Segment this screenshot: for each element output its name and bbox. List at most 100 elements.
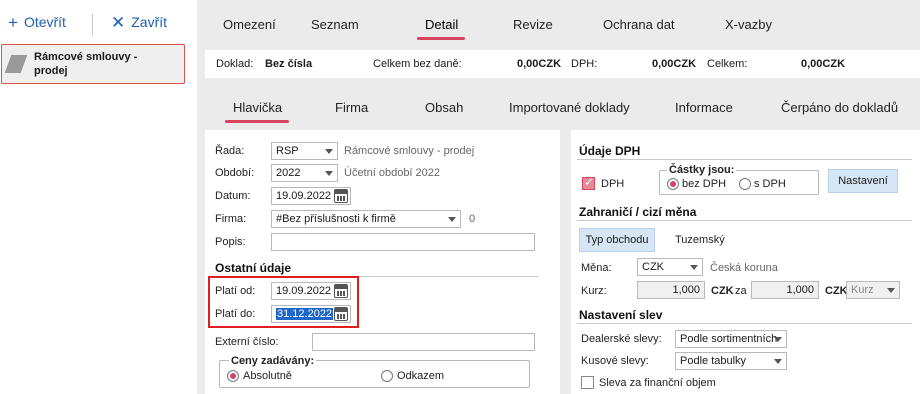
kurz-value-1: 1,000 bbox=[672, 284, 700, 296]
kurz-input-1[interactable]: 1,000 bbox=[637, 281, 705, 299]
bez-dane-value: 0,00CZK bbox=[517, 58, 562, 70]
kusove-select[interactable]: Podle tabulky bbox=[675, 352, 787, 370]
tab-seznam-label: Seznam bbox=[311, 17, 359, 32]
absolutne-radio[interactable] bbox=[227, 370, 239, 382]
obdobi-label: Období: bbox=[215, 167, 255, 179]
doc-list-item-label: Rámcové smlouvy - prodej bbox=[34, 51, 138, 77]
calendar-icon[interactable] bbox=[334, 189, 348, 203]
chevron-down-icon bbox=[774, 337, 782, 342]
absolutne-label: Absolutně bbox=[243, 370, 292, 382]
kurz-currency-1: CZK bbox=[711, 285, 734, 297]
kusove-value: Podle tabulky bbox=[680, 355, 747, 367]
chevron-down-icon bbox=[887, 288, 895, 293]
financni-label: Sleva za finanční objem bbox=[599, 377, 716, 389]
slevy-title: Nastavení slev bbox=[579, 308, 663, 322]
firma-count: 0 bbox=[469, 213, 476, 225]
dph-divider bbox=[577, 159, 912, 160]
bez-dph-radio[interactable] bbox=[667, 178, 679, 190]
typ-obchodu-button[interactable]: Typ obchodu bbox=[579, 228, 655, 252]
kurz-za: za bbox=[735, 285, 747, 297]
firma-select[interactable]: #Bez příslušnosti k firmě bbox=[271, 210, 461, 228]
tab-informace[interactable]: Informace bbox=[675, 100, 733, 115]
tab-omezeni-label: Omezení bbox=[223, 17, 276, 32]
s-dph-label: s DPH bbox=[754, 178, 786, 190]
close-icon: ✕ bbox=[111, 12, 126, 32]
dealerske-value: Podle sortimentních bbox=[680, 333, 778, 345]
tab-importovane-doklady[interactable]: Importované doklady bbox=[509, 100, 630, 115]
slevy-divider bbox=[577, 323, 912, 324]
castky-title: Částky jsou: bbox=[667, 164, 737, 176]
bez-dph-label: bez DPH bbox=[682, 178, 727, 190]
chevron-down-icon bbox=[325, 171, 333, 176]
typ-obchodu-label: Typ obchodu bbox=[585, 234, 649, 246]
tab-ochrana-dat-label: Ochrana dat bbox=[603, 17, 675, 32]
doklad-value: Bez čísla bbox=[265, 58, 313, 70]
mena-desc: Česká koruna bbox=[710, 262, 778, 274]
tab-detail[interactable]: Detail bbox=[425, 17, 458, 32]
summary-dph-label: DPH: bbox=[571, 58, 598, 70]
main-area: Omezení Seznam Detail Revize Ochrana dat… bbox=[197, 0, 920, 394]
close-button[interactable]: ✕ Zavřít bbox=[111, 12, 167, 32]
odkazem-radio[interactable] bbox=[381, 370, 393, 382]
tab-detail-underline bbox=[417, 37, 465, 40]
tab-hlavicka-underline bbox=[225, 120, 289, 123]
popis-input[interactable] bbox=[271, 233, 535, 251]
mena-select[interactable]: CZK bbox=[637, 258, 703, 276]
dealerske-select[interactable]: Podle sortimentních bbox=[675, 330, 787, 348]
kusove-label: Kusové slevy: bbox=[581, 355, 649, 367]
obdobi-select[interactable]: 2022 bbox=[271, 164, 338, 182]
tab-revize[interactable]: Revize bbox=[513, 17, 553, 32]
toolbar-divider bbox=[92, 14, 93, 36]
datum-label: Datum: bbox=[215, 190, 251, 202]
s-dph-radio[interactable] bbox=[739, 178, 751, 190]
tab-seznam[interactable]: Seznam bbox=[311, 17, 359, 32]
summary-dph-value: 0,00CZK bbox=[652, 58, 697, 70]
rada-value: RSP bbox=[276, 145, 299, 157]
kurz-input-2[interactable]: 1,000 bbox=[751, 281, 819, 299]
kurz-currency-2: CZK bbox=[825, 285, 848, 297]
obdobi-desc: Účetní období 2022 bbox=[344, 167, 441, 179]
firma-label: Firma: bbox=[215, 213, 247, 225]
tab-obsah[interactable]: Obsah bbox=[425, 100, 463, 115]
tab-x-vazby[interactable]: X-vazby bbox=[725, 17, 772, 32]
celkem-label: Celkem: bbox=[707, 58, 748, 70]
doc-list-item[interactable]: Rámcové smlouvy - prodej bbox=[1, 44, 185, 84]
obdobi-value: 2022 bbox=[276, 167, 301, 179]
ceny-title: Ceny zadávány: bbox=[229, 355, 317, 367]
tab-omezeni[interactable]: Omezení bbox=[223, 17, 276, 32]
tab-x-vazby-label: X-vazby bbox=[725, 17, 772, 32]
tab-hlavicka-label: Hlavička bbox=[233, 100, 283, 115]
datum-value: 19.09.2022 bbox=[276, 190, 332, 202]
nastaveni-label: Nastavení bbox=[838, 175, 888, 187]
mena-label: Měna: bbox=[581, 262, 612, 274]
firma-value: #Bez příslušnosti k firmě bbox=[276, 213, 396, 225]
tab-ochrana-dat[interactable]: Ochrana dat bbox=[603, 17, 675, 32]
dph-panel: Údaje DPH DPH Částky jsou: bez DPH s DPH… bbox=[571, 130, 920, 394]
tab-obsah-label: Obsah bbox=[425, 100, 464, 115]
mena-value: CZK bbox=[642, 261, 664, 273]
header-form-panel: Řada: RSP Rámcové smlouvy - prodej Obdob… bbox=[205, 130, 560, 394]
rada-desc: Rámcové smlouvy - prodej bbox=[344, 145, 475, 157]
tab-revize-label: Revize bbox=[513, 17, 553, 32]
highlight-box bbox=[208, 276, 359, 328]
rada-select[interactable]: RSP bbox=[271, 142, 338, 160]
ostatni-title: Ostatní údaje bbox=[215, 261, 292, 275]
tab-firma[interactable]: Firma bbox=[335, 100, 368, 115]
nastaveni-button[interactable]: Nastavení bbox=[828, 169, 898, 193]
kurz-select[interactable]: Kurz bbox=[846, 281, 900, 299]
bez-dane-label: Celkem bez daně: bbox=[373, 58, 462, 70]
chevron-down-icon bbox=[448, 217, 456, 222]
tab-importovane-label: Importované doklady bbox=[509, 100, 630, 115]
chevron-down-icon bbox=[774, 359, 782, 364]
tab-hlavicka[interactable]: Hlavička bbox=[233, 100, 282, 115]
open-button[interactable]: + Otevřít bbox=[8, 12, 66, 32]
odkazem-label: Odkazem bbox=[397, 370, 445, 382]
financni-checkbox[interactable] bbox=[581, 376, 594, 389]
dph-checkbox[interactable] bbox=[582, 175, 595, 190]
dph-check-label: DPH bbox=[601, 178, 625, 190]
plus-icon: + bbox=[8, 12, 18, 32]
zahranici-divider bbox=[577, 220, 912, 221]
chevron-down-icon bbox=[325, 149, 333, 154]
tab-cerpano[interactable]: Čerpáno do dokladů bbox=[781, 100, 898, 115]
externi-input[interactable] bbox=[312, 333, 535, 351]
